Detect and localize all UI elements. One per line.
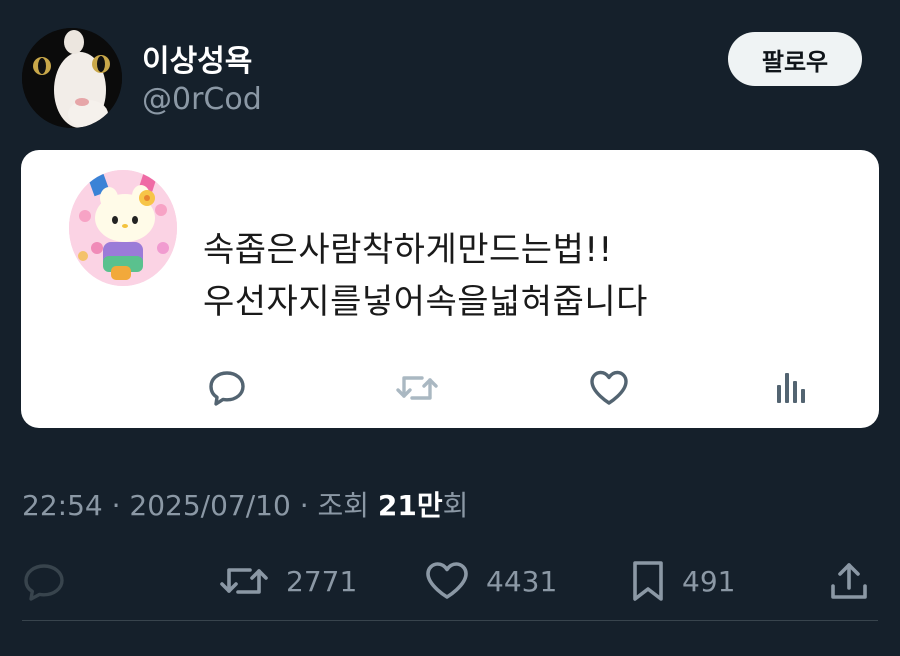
retweet-icon <box>220 568 268 594</box>
views-suffix: 회 <box>442 489 469 522</box>
share-icon <box>831 563 867 599</box>
author-handle[interactable]: @0rCod <box>142 82 262 117</box>
like-count: 4431 <box>486 564 558 598</box>
like-button[interactable]: 4431 <box>424 556 557 606</box>
quoted-author-avatar <box>69 170 177 286</box>
hello-kitty-avatar-image <box>69 170 177 286</box>
post-time[interactable]: 22:54 <box>22 489 103 522</box>
divider <box>22 620 878 621</box>
bookmark-button[interactable]: 491 <box>630 556 735 606</box>
author-avatar[interactable] <box>22 28 122 128</box>
card-retweet-icon <box>395 368 439 408</box>
quoted-post-text: 속좁은사람착하게만드는법!! 우선자지를넣어속을넓혀줍니다 <box>203 230 648 322</box>
reply-button[interactable] <box>22 556 66 606</box>
meta-separator: · <box>102 489 130 522</box>
meta-separator: · <box>290 489 318 522</box>
retweet-count: 2771 <box>286 564 358 598</box>
post-meta: 22:54 · 2025/07/10 · 조회 21만회 <box>22 484 468 524</box>
card-views-icon <box>769 368 813 408</box>
cat-avatar-image <box>22 28 122 128</box>
author-display-name[interactable]: 이상성욕 <box>142 36 252 80</box>
quoted-post-card[interactable]: 속좁은사람착하게만드는법!! 우선자지를넣어속을넓혀줍니다 <box>21 150 879 428</box>
views-count: 21만 <box>377 489 443 522</box>
share-button[interactable] <box>828 556 870 606</box>
bookmark-count: 491 <box>682 564 736 598</box>
bookmark-icon <box>633 561 663 601</box>
card-reply-icon <box>205 368 249 408</box>
card-like-icon <box>587 368 631 408</box>
post-date[interactable]: 2025/07/10 <box>129 489 290 522</box>
retweet-button[interactable]: 2771 <box>218 556 357 606</box>
heart-icon <box>426 562 468 599</box>
views-label: 조회 <box>317 489 378 522</box>
follow-button[interactable]: 팔로우 <box>728 32 862 86</box>
reply-icon <box>24 564 64 601</box>
